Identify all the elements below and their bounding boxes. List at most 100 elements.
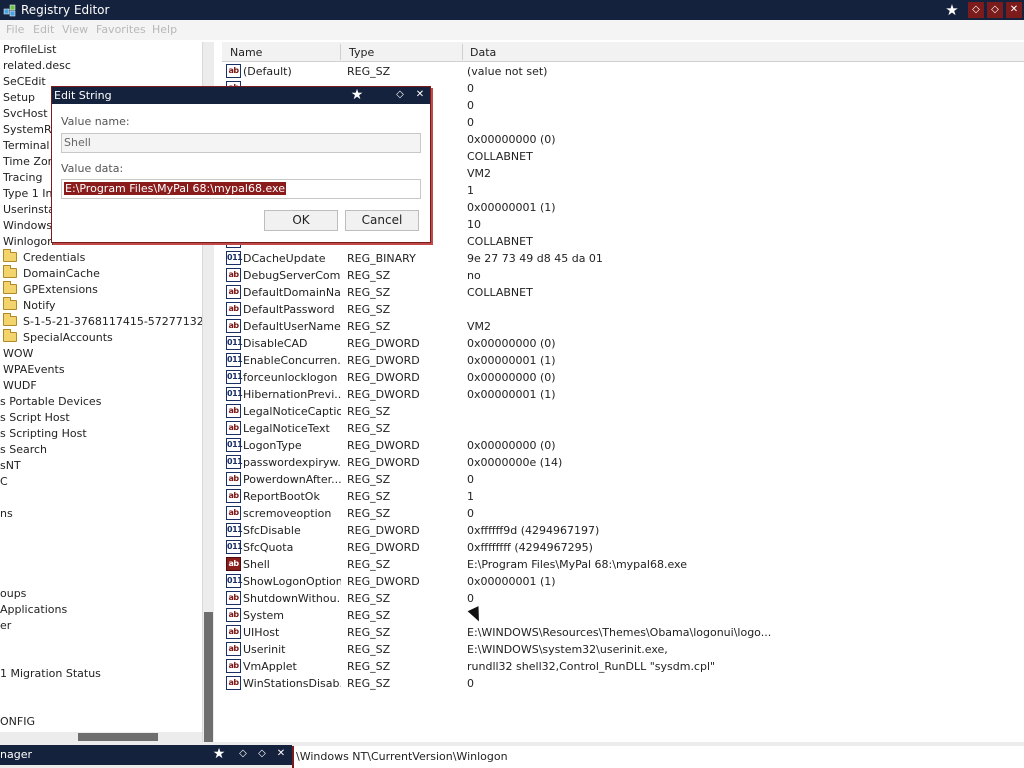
list-row[interactable]: 011 SfcQuota REG_DWORD 0xffffffff (42949672…	[222, 539, 1024, 556]
tree-item[interactable]: SpecialAccounts	[3, 329, 113, 346]
tree-item[interactable]: Userinstal	[3, 202, 58, 218]
list-row[interactable]: 011 DCacheUpdate REG_BINARY 9e 27 73 49 d8 …	[222, 250, 1024, 267]
value-name: SfcQuota	[243, 541, 294, 554]
tree-item[interactable]: C	[0, 474, 8, 490]
edit-string-dialog: Edit String ★ ◇ ✕ Value name: Shell Valu…	[51, 86, 431, 243]
list-row[interactable]: ab Userinit REG_SZ E:\WINDOWS\system32\user…	[222, 641, 1024, 658]
list-row[interactable]: ab scremoveoption REG_SZ 0	[222, 505, 1024, 522]
dialog-close-button[interactable]: ✕	[413, 88, 427, 102]
minimize-button[interactable]: ◇	[968, 2, 984, 18]
tree-item[interactable]: WPAEvents	[3, 362, 65, 378]
tree-item[interactable]: ONFIG	[0, 714, 35, 730]
tree-item[interactable]: 1 Migration Status	[0, 666, 101, 682]
tree-item[interactable]: Tracing	[3, 170, 42, 186]
taskbar-maximize-button[interactable]: ◇	[255, 747, 269, 761]
tree-item-winlogon[interactable]: Winlogon	[3, 234, 54, 250]
list-row[interactable]: ab (Default) REG_SZ (value not set)	[222, 63, 1024, 80]
tree-item[interactable]: WOW	[3, 346, 33, 362]
star-icon[interactable]: ★	[944, 2, 960, 18]
value-name: PowerdownAfter...	[243, 473, 341, 486]
list-row[interactable]: 011 LogonType REG_DWORD 0x00000000 (0)	[222, 437, 1024, 454]
tree-item[interactable]: ProfileList	[3, 42, 56, 58]
tree-item[interactable]: DomainCache	[3, 265, 100, 282]
tree-item[interactable]: Notify	[3, 297, 56, 314]
string-value-icon: ab	[226, 676, 241, 690]
tree-item[interactable]: SystemRe	[3, 122, 58, 138]
tree-item[interactable]: Setup	[3, 90, 35, 106]
tree-item[interactable]: WUDF	[3, 378, 37, 394]
value-name: DisableCAD	[243, 337, 308, 350]
menu-favorites[interactable]: Favorites	[96, 23, 146, 36]
list-row[interactable]: 011 DisableCAD REG_DWORD 0x00000000 (0)	[222, 335, 1024, 352]
scrollbar-thumb[interactable]	[78, 733, 158, 741]
tree-item[interactable]: Type 1 Ins	[3, 186, 58, 202]
list-row[interactable]: ab ShutdownWithou... REG_SZ 0	[222, 590, 1024, 607]
list-row[interactable]: ab Shell REG_SZ E:\Program Files\MyPal 68:\…	[222, 556, 1024, 573]
tree-item[interactable]: related.desc	[3, 58, 71, 74]
list-row[interactable]: ab UIHost REG_SZ E:\WINDOWS\Resources\Theme…	[222, 624, 1024, 641]
menu-file[interactable]: File	[6, 23, 24, 36]
list-row[interactable]: 011 forceunlocklogon REG_DWORD 0x00000000 (…	[222, 369, 1024, 386]
taskbar-close-button[interactable]: ✕	[274, 747, 288, 761]
list-row[interactable]: ab DefaultPassword REG_SZ	[222, 301, 1024, 318]
tree-item[interactable]: S-1-5-21-3768117415-572771320-22	[3, 313, 202, 330]
tree-item[interactable]: s Search	[0, 442, 47, 458]
list-row[interactable]: 011 SfcDisable REG_DWORD 0xffffff9d (429496…	[222, 522, 1024, 539]
tree-item[interactable]: er	[0, 618, 11, 634]
scrollbar-thumb[interactable]	[204, 612, 213, 762]
list-row[interactable]: ab DefaultDomainNa... REG_SZ COLLABNET	[222, 284, 1024, 301]
column-header-type[interactable]: Type	[349, 46, 374, 59]
tree-item[interactable]: SvcHost	[3, 106, 48, 122]
column-header-data[interactable]: Data	[470, 46, 496, 59]
registry-editor-icon	[3, 4, 16, 17]
string-value-icon: ab	[226, 302, 241, 316]
tree-horizontal-scrollbar[interactable]	[0, 732, 202, 742]
column-header-name[interactable]: Name	[230, 46, 262, 59]
tree-item[interactable]: GPExtensions	[3, 281, 98, 298]
column-divider[interactable]	[340, 44, 341, 60]
tree-item[interactable]: oups	[0, 586, 26, 602]
cancel-button[interactable]: Cancel	[345, 210, 419, 231]
list-row[interactable]: ab DefaultUserName REG_SZ VM2	[222, 318, 1024, 335]
ok-button[interactable]: OK	[264, 210, 338, 231]
star-icon[interactable]: ★	[350, 88, 364, 102]
list-row[interactable]: 011 HibernationPrevi... REG_DWORD 0x0000000…	[222, 386, 1024, 403]
tree-item[interactable]: s Portable Devices	[0, 394, 101, 410]
column-divider[interactable]	[462, 44, 463, 60]
tree-item[interactable]: ns	[0, 506, 13, 522]
list-row[interactable]: ab LegalNoticeCaption REG_SZ	[222, 403, 1024, 420]
menu-help[interactable]: Help	[152, 23, 177, 36]
tree-item[interactable]: SeCEdit	[3, 74, 46, 90]
dialog-help-button[interactable]: ◇	[393, 88, 407, 102]
list-row[interactable]: ab System REG_SZ	[222, 607, 1024, 624]
list-row[interactable]: 011 passwordexpiryw... REG_DWORD 0x0000000e…	[222, 454, 1024, 471]
tree-item[interactable]: Credentials	[3, 249, 85, 266]
dialog-title-bar: Edit String ★ ◇ ✕	[52, 87, 430, 104]
value-type: REG_SZ	[347, 303, 391, 316]
value-data: 1	[467, 490, 474, 503]
binary-value-icon: 011	[226, 574, 243, 588]
maximize-button[interactable]: ◇	[987, 2, 1003, 18]
star-icon[interactable]: ★	[212, 747, 226, 761]
taskbar-button[interactable]: nager ★ ◇ ◇ ✕	[0, 745, 292, 765]
list-row[interactable]: 011 EnableConcurren... REG_DWORD 0x00000001…	[222, 352, 1024, 369]
tree-item[interactable]: Windows	[3, 218, 52, 234]
taskbar-minimize-button[interactable]: ◇	[236, 747, 250, 761]
list-row[interactable]: ab DebugServerCom... REG_SZ no	[222, 267, 1024, 284]
tree-item[interactable]: s Scripting Host	[0, 426, 87, 442]
list-row[interactable]: ab VmApplet REG_SZ rundll32 shell32,Control…	[222, 658, 1024, 675]
list-row[interactable]: ab LegalNoticeText REG_SZ	[222, 420, 1024, 437]
value-name: EnableConcurren...	[243, 354, 341, 367]
value-data-input[interactable]: E:\Program Files\MyPal 68:\mypal68.exe	[61, 179, 421, 199]
menu-view[interactable]: View	[62, 23, 88, 36]
tree-item[interactable]: Applications	[0, 602, 67, 618]
list-row[interactable]: ab ReportBootOk REG_SZ 1	[222, 488, 1024, 505]
tree-item[interactable]: sNT	[0, 458, 21, 474]
list-row[interactable]: 011 ShowLogonOptions REG_DWORD 0x00000001 (…	[222, 573, 1024, 590]
list-row[interactable]: ab PowerdownAfter... REG_SZ 0	[222, 471, 1024, 488]
menu-edit[interactable]: Edit	[33, 23, 54, 36]
tree-item[interactable]: s Script Host	[0, 410, 70, 426]
close-button[interactable]: ✕	[1006, 2, 1022, 18]
list-row[interactable]: ab WinStationsDisab... REG_SZ 0	[222, 675, 1024, 692]
value-type: REG_DWORD	[347, 388, 420, 401]
